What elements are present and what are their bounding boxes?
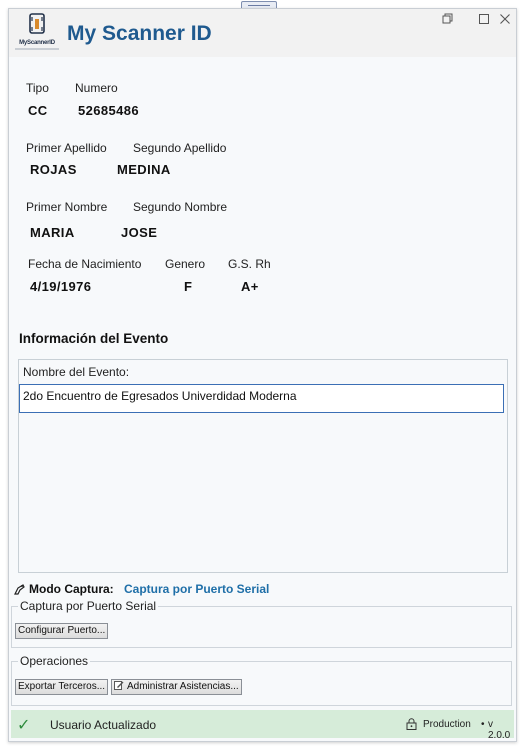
event-name-input[interactable] — [19, 384, 504, 413]
tipo-value: CC — [28, 103, 48, 118]
serial-capture-group-title: Captura por Puerto Serial — [18, 599, 159, 613]
segundo-apellido-label: Segundo Apellido — [133, 141, 227, 155]
genero-label: Genero — [165, 257, 206, 271]
segundo-nombre-label: Segundo Nombre — [133, 200, 228, 214]
version-label: v 2.0.0 — [488, 719, 511, 741]
primer-nombre-value: MARIA — [30, 225, 75, 240]
numero-value: 52685486 — [78, 103, 140, 118]
primer-apellido-label: Primer Apellido — [26, 141, 107, 155]
check-icon: ✓ — [17, 717, 31, 734]
scanner-logo-icon — [29, 13, 45, 34]
numero-label: Numero — [75, 81, 118, 95]
operations-group-title: Operaciones — [18, 654, 91, 668]
maximize-icon — [479, 14, 489, 24]
operations-group: Operaciones Exportar Terceros... Adminis… — [11, 654, 512, 706]
lock-icon — [406, 718, 417, 730]
grupo-sanguineo-value: A+ — [241, 279, 259, 294]
configure-port-button[interactable]: Configurar Puerto... — [15, 623, 109, 639]
app-logo: MyScannerID — [15, 13, 59, 55]
app-window: MyScannerID My Scanner ID Tipo Numero CC… — [8, 8, 517, 742]
maximize-button[interactable] — [476, 13, 492, 29]
segundo-apellido-value: MEDINA — [117, 162, 171, 177]
status-separator: • — [481, 719, 485, 730]
fecha-nacimiento-value: 4/19/1976 — [30, 279, 92, 294]
export-third-parties-button[interactable]: Exportar Terceros... — [15, 679, 109, 695]
tipo-label: Tipo — [26, 81, 49, 95]
capture-mode-label: Modo Captura: — [29, 582, 114, 596]
logo-text: MyScannerID — [19, 40, 55, 46]
logo-underline — [15, 48, 59, 50]
segundo-nombre-value: JOSE — [121, 225, 158, 240]
app-title: My Scanner ID — [67, 22, 212, 45]
hand-scanner-icon — [14, 584, 25, 595]
status-bar: ✓ Usuario Actualizado Production • v 2.0… — [11, 710, 514, 741]
event-name-label: Nombre del Evento: — [23, 365, 130, 379]
primer-apellido-value: ROJAS — [30, 162, 77, 177]
serial-capture-group: Captura por Puerto Serial Configurar Pue… — [11, 599, 512, 648]
restore-button[interactable] — [440, 13, 456, 29]
manage-attendance-button[interactable]: Administrar Asistencias... — [111, 679, 242, 695]
title-bar[interactable]: MyScannerID My Scanner ID — [9, 9, 516, 57]
environment-label: Production — [423, 719, 471, 730]
manage-attendance-label: Administrar Asistencias... — [127, 681, 239, 692]
edit-document-icon — [114, 681, 124, 690]
status-message: Usuario Actualizado — [50, 718, 157, 732]
grupo-sanguineo-label: G.S. Rh — [228, 257, 271, 271]
fecha-nacimiento-label: Fecha de Nacimiento — [28, 257, 142, 271]
close-button[interactable] — [497, 13, 513, 29]
genero-value: F — [184, 279, 193, 294]
restore-icon — [442, 13, 453, 24]
close-icon — [500, 14, 510, 24]
primer-nombre-label: Primer Nombre — [26, 200, 108, 214]
event-section-title: Información del Evento — [19, 331, 169, 346]
capture-mode-value: Captura por Puerto Serial — [124, 582, 270, 596]
